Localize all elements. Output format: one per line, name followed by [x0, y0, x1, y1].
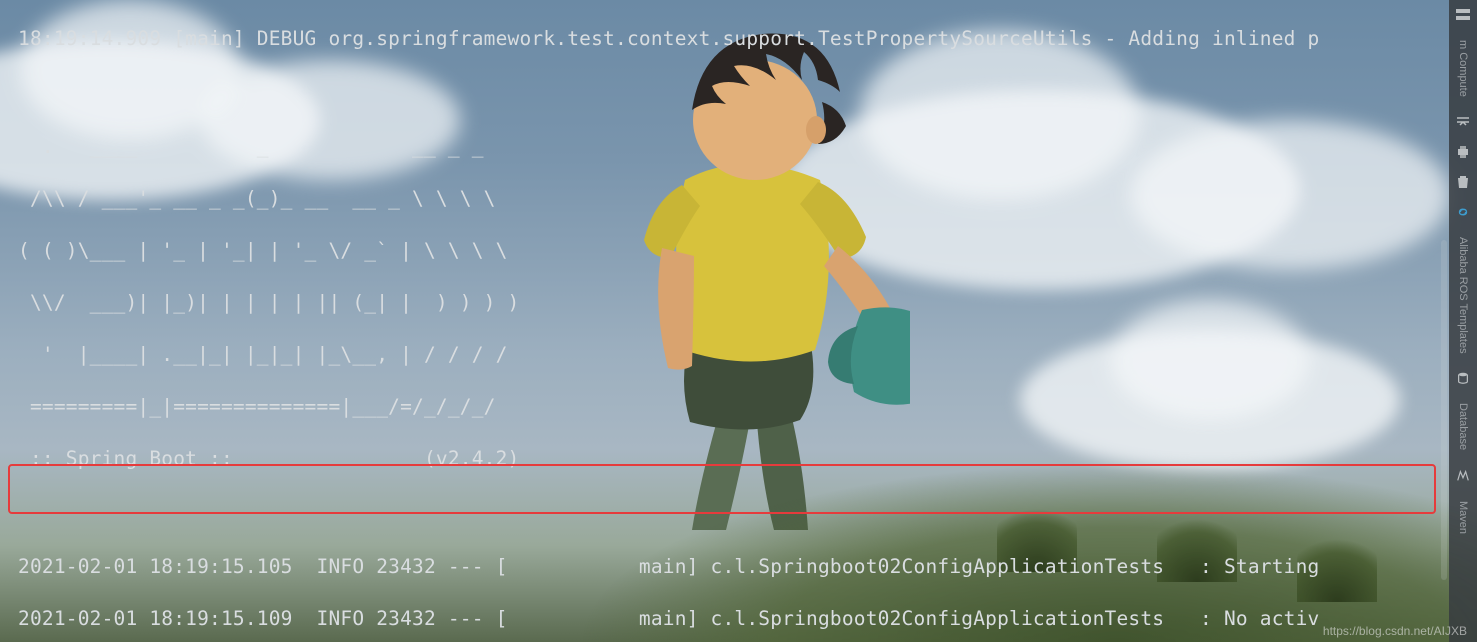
console-output[interactable]: 18:19:14.909 [main] DEBUG org.springfram…: [0, 0, 1449, 642]
collapse-icon[interactable]: [1454, 113, 1472, 131]
banner-line: ( ( )\___ | '_ | '_| | '_ \/ _` | \ \ \ …: [18, 238, 1449, 264]
banner-line: :: Spring Boot :: (v2.4.2): [18, 446, 1449, 472]
tool-tab-compute[interactable]: m Compute: [1457, 36, 1469, 101]
banner-line: . ____ _ __ _ _: [18, 134, 1449, 160]
trash-icon[interactable]: [1454, 173, 1472, 191]
link-icon[interactable]: [1454, 203, 1472, 221]
banner-line: =========|_|==============|___/=/_/_/_/: [18, 394, 1449, 420]
layout-icon[interactable]: [1454, 6, 1472, 24]
tool-tab-ros-templates[interactable]: Alibaba ROS Templates: [1457, 233, 1469, 358]
banner-line: /\\ / ___'_ __ _ _(_)_ __ __ _ \ \ \ \: [18, 186, 1449, 212]
banner-line: \\/ ___)| |_)| | | | | || (_| | ) ) ) ): [18, 290, 1449, 316]
print-icon[interactable]: [1454, 143, 1472, 161]
vertical-scrollbar[interactable]: [1441, 240, 1447, 580]
log-line-partial: 18:19:14.909 [main] DEBUG org.springfram…: [18, 26, 1449, 52]
tool-tab-database[interactable]: Database: [1457, 399, 1469, 454]
log-line: 2021-02-01 18:19:15.105 INFO 23432 --- […: [18, 554, 1449, 580]
banner-line: ' |____| .__|_| |_|_| |_\__, | / / / /: [18, 342, 1449, 368]
ide-right-toolbar: m Compute Alibaba ROS Templates Database…: [1449, 0, 1477, 642]
log-line: 2021-02-01 18:19:15.109 INFO 23432 --- […: [18, 606, 1449, 632]
database-icon[interactable]: [1454, 369, 1472, 387]
maven-icon[interactable]: [1454, 467, 1472, 485]
watermark-text: https://blog.csdn.net/AIJXB: [1323, 624, 1467, 638]
tool-tab-maven[interactable]: Maven: [1457, 497, 1469, 538]
